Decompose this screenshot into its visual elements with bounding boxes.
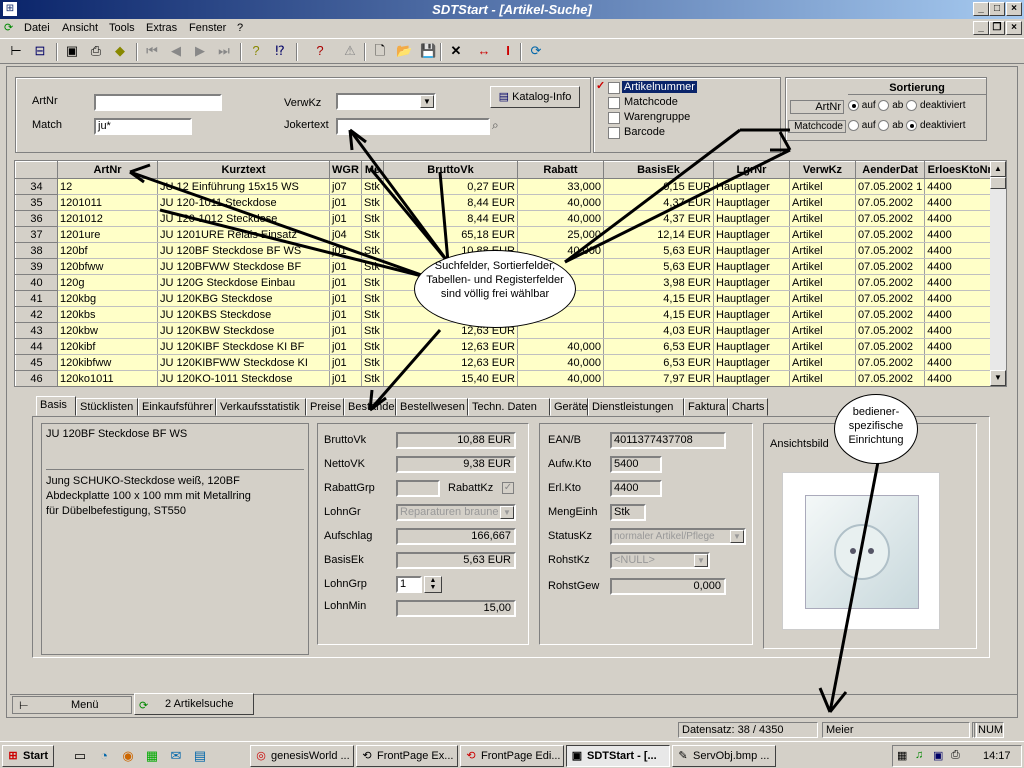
callout-fields: Suchfelder, Sortierfelder, Tabellen- und…: [414, 250, 576, 328]
tray-printer-icon[interactable]: ⎙: [951, 749, 960, 762]
tray-network-icon[interactable]: ▦: [897, 749, 907, 762]
task-servobj[interactable]: ✎ ServObj.bmp ...: [672, 745, 776, 767]
arrow-5: [438, 171, 450, 263]
tray-monitor-icon[interactable]: ▣: [933, 749, 943, 762]
paint-icon: ✎: [678, 750, 688, 762]
arrow-7: [564, 128, 741, 264]
arrowhead-3: [770, 131, 792, 152]
desktop-icon[interactable]: ▭: [72, 748, 88, 764]
task-frontpage-ex[interactable]: ⟲ FrontPage Ex...: [356, 745, 458, 767]
task-sdtstart[interactable]: ▣ SDTStart - [...: [566, 745, 670, 767]
system-tray: ▦ ♫ ▣ ⎙ 14:17: [892, 745, 1022, 767]
frontpage-editor-icon: ⟲: [466, 750, 476, 762]
arrow-6: [564, 148, 791, 264]
browser-icon[interactable]: ◉: [120, 748, 136, 764]
sdtstart-icon: ▣: [571, 750, 583, 762]
frontpage-icon[interactable]: ▤: [192, 748, 208, 764]
callout-arrows: [129, 128, 880, 713]
task-frontpage-edi[interactable]: ⟲ FrontPage Edi...: [460, 745, 564, 767]
arrow-4: [368, 167, 450, 263]
tray-volume-icon[interactable]: ♫: [915, 749, 923, 761]
clock: 14:17: [983, 750, 1011, 762]
arrow-9: [828, 461, 880, 713]
callout-user: bediener-spezifische Einrichtung: [834, 394, 918, 464]
arrow-8: [368, 329, 442, 411]
frontpage-icon: ⟲: [362, 750, 372, 762]
quicklaunch-icon[interactable]: ◔: [96, 748, 112, 764]
start-button[interactable]: ⊞ Start: [2, 745, 54, 767]
genesis-icon: ◎: [256, 750, 266, 762]
arrow-2: [159, 208, 431, 280]
task-genesisworld[interactable]: ◎ genesisWorld ...: [250, 745, 354, 767]
taskbar: ⊞ Start ▭ ◔ ◉ ▦ ✉ ▤ ◎ genesisWorld ... ⟲ Fr…: [0, 741, 1024, 768]
windows-logo-icon: ⊞: [8, 750, 18, 762]
app-icon[interactable]: ▦: [144, 748, 160, 764]
mail-icon[interactable]: ✉: [168, 748, 184, 764]
